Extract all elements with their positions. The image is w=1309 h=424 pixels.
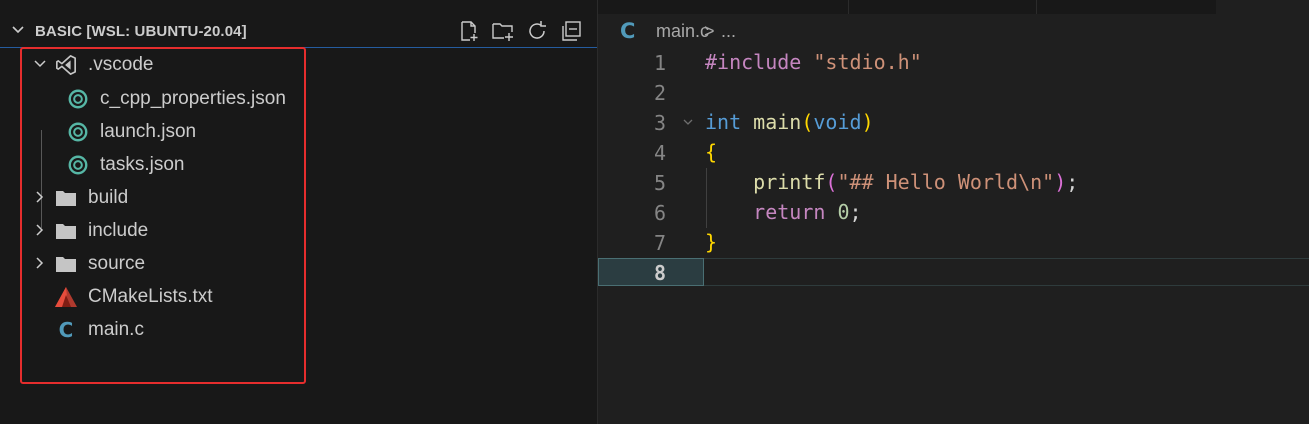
line-content: return 0; [705,200,862,224]
code-line: 3 int main(void) [598,108,1309,138]
brace-token: } [705,230,718,254]
code-line: 4 { [598,138,1309,168]
breadcrumb: C main.c > ... [598,18,1309,46]
include-path-token: "stdio.h" [801,50,922,74]
workspace-title: BASIC [WSL: UBUNTU-20.04] [35,23,247,40]
line-number: 5 [653,171,666,195]
type-token: void [813,110,862,134]
fold-chevron-icon[interactable] [682,116,694,128]
new-file-icon[interactable] [456,18,482,44]
bracket-token: ( [801,110,814,134]
line-content: int main(void) [705,110,874,134]
refresh-icon[interactable] [524,18,550,44]
line-content: #include "stdio.h" [705,50,922,74]
line-number: 4 [653,141,666,165]
function-call-token: printf [753,170,826,194]
semicolon-token: ; [849,200,862,224]
collapse-all-icon[interactable] [558,18,584,44]
new-folder-icon[interactable] [490,18,516,44]
code-line: 8 [598,258,1309,288]
bracket-token: ( [825,170,838,194]
preprocessor-token: #include [705,50,802,74]
code-line: 7 } [598,228,1309,258]
code-line: 5 printf("## Hello World\n"); [598,168,1309,198]
bracket-token: ) [1054,170,1067,194]
code-line: 1 #include "stdio.h" [598,48,1309,78]
function-name-token: main [741,110,802,134]
line-number: 2 [653,81,666,105]
explorer-panel: BASIC [WSL: UBUNTU-20.04] .vscode c_cpp_… [0,0,597,424]
semicolon-token: ; [1066,170,1079,194]
line-content: { [705,140,717,164]
type-token: int [705,110,742,134]
keyword-token: return [753,200,826,224]
line-content: } [705,230,717,254]
c-file-icon: C [620,19,636,43]
brace-token: { [705,140,718,164]
number-token: 0 [837,200,850,224]
tab-strip-end [1216,0,1309,14]
highlight-frame [20,47,306,384]
breadcrumb-file[interactable]: main.c [656,21,709,42]
breadcrumb-separator: > [704,21,715,41]
breadcrumb-symbols[interactable]: ... [721,21,736,42]
line-number: 6 [653,201,666,225]
editor-pane[interactable]: C main.c > ... 1 #include "stdio.h" 2 3 … [597,0,1309,424]
chevron-down-icon[interactable] [10,22,26,38]
code-line: 2 [598,78,1309,108]
line-number: 1 [653,51,666,75]
string-token: "## Hello World\n" [837,170,1055,194]
explorer-actions [456,18,584,44]
tab-separator [848,0,849,14]
line-number-active: 8 [653,261,666,285]
explorer-header[interactable]: BASIC [WSL: UBUNTU-20.04] [0,14,597,48]
line-number: 3 [653,111,666,135]
line-content: printf("## Hello World\n"); [705,170,1078,194]
bracket-token: ) [861,110,874,134]
tab-separator [1036,0,1037,14]
editor-tab-strip [598,0,1309,14]
code-line: 6 return 0; [598,198,1309,228]
line-number: 7 [653,231,666,255]
